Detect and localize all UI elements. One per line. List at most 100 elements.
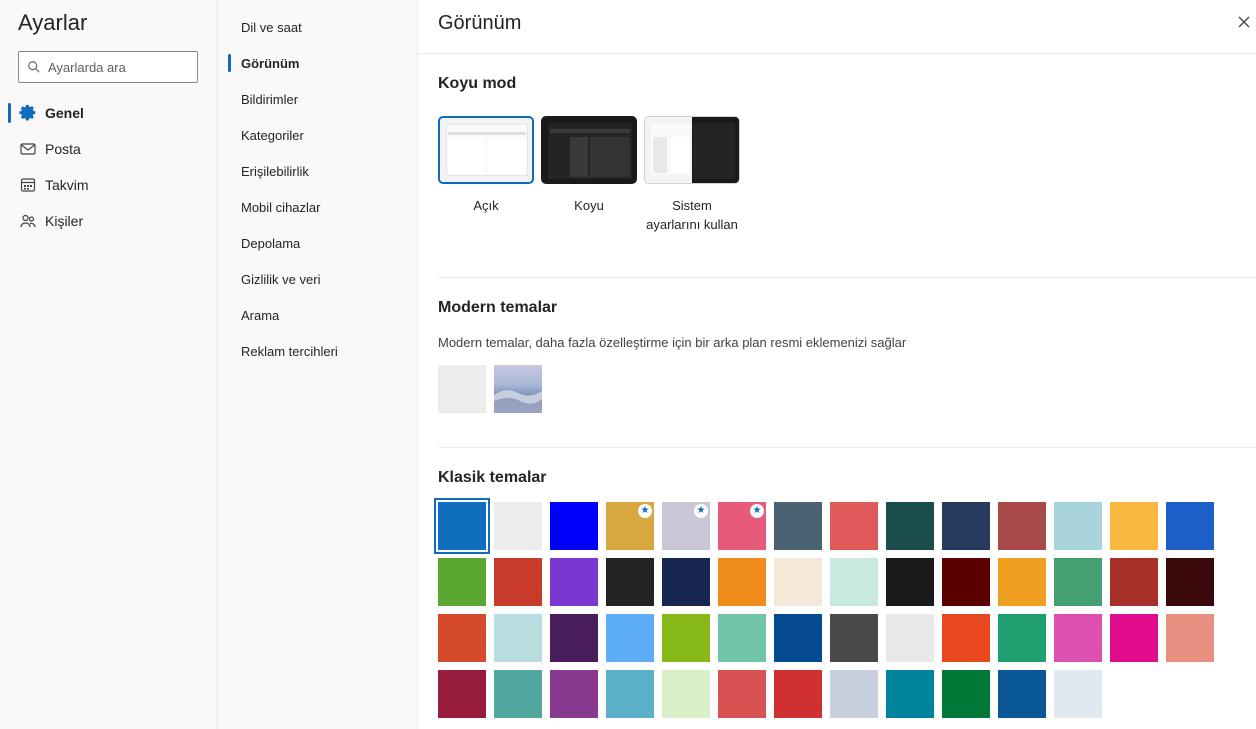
classic-theme-swatch[interactable] bbox=[606, 558, 654, 606]
dark-mode-option-system[interactable]: Sistem ayarlarını kullan bbox=[644, 116, 740, 234]
classic-theme-swatch[interactable] bbox=[434, 498, 490, 554]
classic-theme-swatch[interactable] bbox=[438, 614, 486, 662]
page-title: Görünüm bbox=[438, 12, 522, 34]
star-icon: ★ bbox=[638, 504, 652, 518]
divider bbox=[418, 53, 1256, 54]
subnav-item[interactable]: Arama bbox=[218, 297, 417, 333]
classic-theme-swatch[interactable] bbox=[494, 614, 542, 662]
classic-theme-swatch[interactable] bbox=[886, 614, 934, 662]
system-preview bbox=[644, 116, 740, 184]
classic-theme-swatch[interactable] bbox=[494, 670, 542, 718]
classic-theme-swatch[interactable] bbox=[1110, 502, 1158, 550]
subnav-item[interactable]: Reklam tercihleri bbox=[218, 333, 417, 369]
nav-item-label: Kişiler bbox=[45, 213, 84, 229]
nav-item-label: Posta bbox=[45, 141, 81, 157]
dark-mode-option-light[interactable]: Açık bbox=[438, 116, 534, 215]
settings-title: Ayarlar bbox=[18, 10, 88, 35]
classic-theme-swatch[interactable] bbox=[886, 502, 934, 550]
classic-theme-swatch[interactable] bbox=[830, 614, 878, 662]
appearance-panel: Görünüm Koyu mod Açık Koyu Sistem ayarla… bbox=[418, 0, 1256, 729]
classic-theme-swatch[interactable] bbox=[942, 502, 990, 550]
gear-icon bbox=[19, 104, 37, 122]
classic-theme-swatch[interactable] bbox=[830, 558, 878, 606]
calendar-icon bbox=[19, 176, 37, 194]
classic-theme-swatch[interactable] bbox=[1054, 558, 1102, 606]
section-title-dark-mode: Koyu mod bbox=[438, 75, 517, 92]
classic-theme-swatch[interactable] bbox=[550, 614, 598, 662]
classic-theme-swatch[interactable] bbox=[942, 558, 990, 606]
dark-mode-option-label: Sistem ayarlarını kullan bbox=[646, 198, 738, 232]
modern-themes-description: Modern temalar, daha fazla özelleştirme … bbox=[438, 335, 907, 350]
classic-theme-swatch[interactable] bbox=[1110, 614, 1158, 662]
divider bbox=[438, 277, 1256, 278]
classic-theme-swatch[interactable] bbox=[774, 670, 822, 718]
section-title-classic-themes: Klasik temalar bbox=[438, 469, 547, 486]
classic-theme-swatch[interactable] bbox=[886, 558, 934, 606]
subnav-item[interactable]: Kategoriler bbox=[218, 117, 417, 153]
classic-theme-swatch[interactable] bbox=[606, 614, 654, 662]
classic-theme-swatch[interactable] bbox=[550, 502, 598, 550]
classic-theme-swatch[interactable] bbox=[998, 614, 1046, 662]
classic-theme-swatch[interactable] bbox=[1054, 614, 1102, 662]
classic-theme-swatch[interactable] bbox=[774, 614, 822, 662]
dark-preview bbox=[541, 116, 637, 184]
classic-theme-swatch[interactable] bbox=[718, 670, 766, 718]
classic-theme-swatch[interactable] bbox=[1054, 670, 1102, 718]
modern-theme-plain[interactable] bbox=[438, 365, 486, 413]
classic-theme-swatch[interactable] bbox=[550, 558, 598, 606]
subnav-item[interactable]: Bildirimler bbox=[218, 81, 417, 117]
classic-theme-swatch[interactable] bbox=[438, 558, 486, 606]
classic-theme-swatch[interactable] bbox=[998, 670, 1046, 718]
divider bbox=[438, 447, 1256, 448]
classic-theme-swatch[interactable] bbox=[998, 558, 1046, 606]
classic-theme-swatch[interactable]: ★ bbox=[662, 502, 710, 550]
classic-theme-swatch[interactable] bbox=[998, 502, 1046, 550]
people-icon bbox=[19, 212, 37, 230]
classic-theme-swatch[interactable] bbox=[1166, 614, 1214, 662]
classic-theme-swatch[interactable] bbox=[550, 670, 598, 718]
classic-theme-swatch[interactable] bbox=[942, 614, 990, 662]
classic-theme-swatch[interactable] bbox=[774, 558, 822, 606]
subnav-item[interactable]: Gizlilik ve veri bbox=[218, 261, 417, 297]
classic-theme-swatch[interactable] bbox=[1166, 558, 1214, 606]
classic-theme-swatch[interactable] bbox=[718, 614, 766, 662]
star-icon: ★ bbox=[694, 504, 708, 518]
classic-theme-swatch[interactable] bbox=[1110, 558, 1158, 606]
classic-theme-swatch[interactable]: ★ bbox=[718, 502, 766, 550]
classic-theme-swatch[interactable] bbox=[830, 502, 878, 550]
settings-search[interactable] bbox=[18, 51, 198, 83]
classic-theme-swatch[interactable] bbox=[1166, 502, 1214, 550]
subnav-item[interactable]: Dil ve saat bbox=[218, 9, 417, 45]
classic-theme-swatch[interactable] bbox=[438, 670, 486, 718]
close-icon[interactable] bbox=[1236, 14, 1252, 30]
classic-theme-swatch[interactable] bbox=[830, 670, 878, 718]
light-preview bbox=[438, 116, 534, 184]
wave-image bbox=[494, 390, 542, 413]
classic-theme-swatch[interactable] bbox=[662, 614, 710, 662]
classic-theme-swatch[interactable] bbox=[662, 670, 710, 718]
nav-item-genel[interactable]: Genel bbox=[0, 95, 217, 131]
modern-theme-waves[interactable] bbox=[494, 365, 542, 413]
classic-theme-swatch[interactable] bbox=[494, 558, 542, 606]
settings-nav: Ayarlar Genel Posta Takvim Kişiler bbox=[0, 0, 218, 729]
nav-item-takvim[interactable]: Takvim bbox=[0, 167, 217, 203]
subnav-item[interactable]: Depolama bbox=[218, 225, 417, 261]
classic-theme-swatch[interactable]: ★ bbox=[606, 502, 654, 550]
dark-mode-option-label: Açık bbox=[473, 198, 499, 213]
nav-item-kisiler[interactable]: Kişiler bbox=[0, 203, 217, 239]
subnav-item[interactable]: Mobil cihazlar bbox=[218, 189, 417, 225]
search-input[interactable] bbox=[48, 59, 188, 75]
classic-theme-swatch[interactable] bbox=[774, 502, 822, 550]
mail-icon bbox=[19, 140, 37, 158]
classic-theme-swatch[interactable] bbox=[606, 670, 654, 718]
dark-mode-option-dark[interactable]: Koyu bbox=[541, 116, 637, 215]
subnav-item-active[interactable]: Görünüm bbox=[218, 45, 417, 81]
classic-theme-swatch[interactable] bbox=[886, 670, 934, 718]
subnav-item[interactable]: Erişilebilirlik bbox=[218, 153, 417, 189]
classic-theme-swatch[interactable] bbox=[1054, 502, 1102, 550]
classic-theme-swatch[interactable] bbox=[494, 502, 542, 550]
classic-theme-swatch[interactable] bbox=[942, 670, 990, 718]
classic-theme-swatch[interactable] bbox=[662, 558, 710, 606]
nav-item-posta[interactable]: Posta bbox=[0, 131, 217, 167]
classic-theme-swatch[interactable] bbox=[718, 558, 766, 606]
